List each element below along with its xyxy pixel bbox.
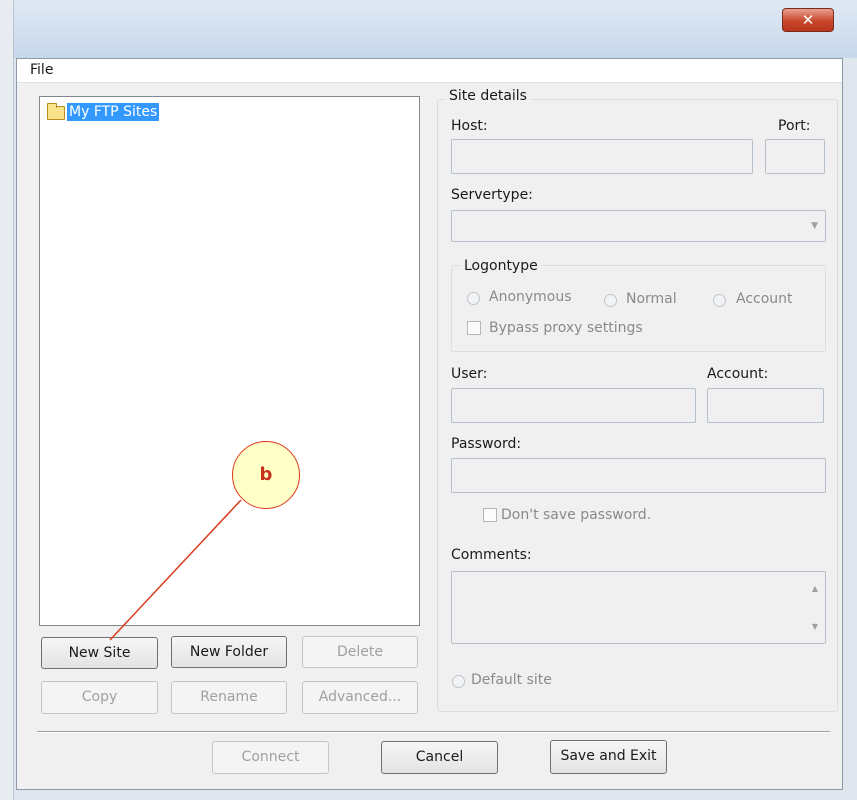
password-input[interactable] [451,458,826,493]
close-button[interactable]: ✕ [782,8,834,32]
host-input[interactable] [451,139,753,174]
servertype-select[interactable]: ▼ [451,210,826,242]
advanced-button[interactable]: Advanced... [302,681,418,714]
servertype-label: Servertype: [451,187,533,203]
copy-button[interactable]: Copy [41,681,158,714]
title-bar [0,0,857,58]
account-label: Account [736,291,793,307]
default-site-radio[interactable] [452,675,465,688]
menu-bar [17,59,842,83]
user-label: User: [451,366,488,382]
new-site-button[interactable]: New Site [41,637,158,669]
scroll-down-icon[interactable]: ▼ [812,622,818,631]
dont-save-password-checkbox[interactable] [483,508,497,522]
normal-label: Normal [626,291,677,307]
anonymous-label: Anonymous [489,289,572,305]
chevron-down-icon: ▼ [811,221,818,231]
logontype-group [451,265,826,352]
folder-icon [47,103,65,120]
bypass-proxy-label: Bypass proxy settings [489,320,643,336]
user-input[interactable] [451,388,696,423]
logontype-legend: Logontype [461,258,541,274]
dont-save-password-label: Don't save password. [501,507,652,523]
account-field-label: Account: [707,366,769,382]
site-tree[interactable] [39,96,420,626]
password-label: Password: [451,436,522,452]
new-folder-button[interactable]: New Folder [171,636,287,668]
port-label: Port: [778,118,811,134]
account-input[interactable] [707,388,824,423]
separator [37,731,830,733]
menu-file[interactable]: File [30,62,53,78]
default-site-label: Default site [471,672,552,688]
save-and-exit-button[interactable]: Save and Exit [550,740,667,774]
bypass-proxy-checkbox[interactable] [467,321,481,335]
cancel-button[interactable]: Cancel [381,741,498,774]
scroll-up-icon[interactable]: ▲ [812,584,818,593]
annotation-callout: b [232,441,300,509]
account-radio[interactable] [713,294,726,307]
close-icon: ✕ [801,11,815,29]
site-details-legend: Site details [446,88,530,104]
normal-radio[interactable] [604,294,617,307]
comments-textarea[interactable]: ▲ ▼ [451,571,826,644]
anonymous-radio[interactable] [467,292,480,305]
tree-item-my-ftp-sites[interactable]: My FTP Sites [67,103,160,121]
background-window-edge [0,0,14,800]
rename-button[interactable]: Rename [171,681,287,714]
host-label: Host: [451,118,488,134]
comments-label: Comments: [451,547,532,563]
port-input[interactable] [765,139,825,174]
delete-button[interactable]: Delete [302,636,418,668]
connect-button[interactable]: Connect [212,741,329,774]
